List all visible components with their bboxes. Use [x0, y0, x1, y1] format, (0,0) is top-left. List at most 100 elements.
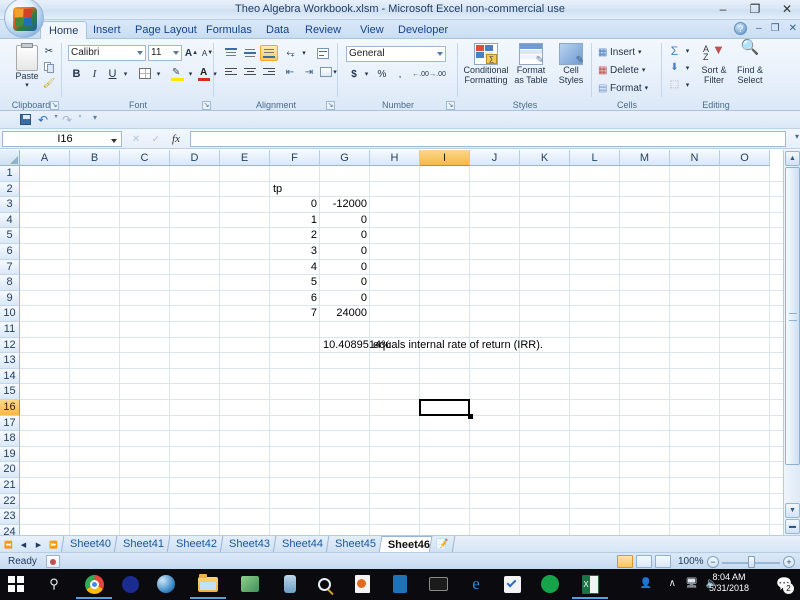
underline-dropdown-arrow[interactable]: ▾ — [121, 65, 130, 82]
sort-filter-button[interactable]: A Z ▼ Sort & Filter — [696, 43, 732, 85]
customize-quick-access-icon[interactable]: ▾ — [88, 113, 102, 127]
row-header-9[interactable]: 9 — [0, 290, 20, 307]
row-header-17[interactable]: 17 — [0, 415, 20, 432]
tab-developer[interactable]: Developer — [390, 22, 456, 39]
clear-dropdown-arrow[interactable]: ▾ — [683, 77, 692, 92]
column-header-d[interactable]: D — [170, 150, 220, 166]
sheet-tab-sheet41[interactable]: Sheet41 — [113, 536, 174, 553]
name-box-dropdown-arrow[interactable] — [111, 139, 117, 143]
row-header-18[interactable]: 18 — [0, 431, 20, 447]
column-header-k[interactable]: K — [520, 150, 570, 166]
tasks-icon[interactable] — [500, 572, 524, 596]
cut-icon[interactable]: ✂ — [41, 44, 57, 59]
cell-G12[interactable]: 10.4089514% — [320, 338, 391, 354]
autosum-icon[interactable]: Σ — [666, 43, 683, 58]
scroll-up-button[interactable]: ▲ — [785, 151, 800, 166]
active-cell-selection[interactable] — [419, 399, 470, 416]
minimize-button[interactable]: – — [714, 1, 732, 17]
copy-icon[interactable] — [41, 60, 57, 75]
cell-G4[interactable]: 0 — [320, 213, 370, 229]
borders-dropdown-arrow[interactable]: ▾ — [154, 65, 163, 82]
decrease-decimal-icon[interactable]: → .00 — [429, 66, 446, 82]
sheet-tab-sheet40[interactable]: Sheet40 — [60, 536, 121, 553]
select-all-corner[interactable] — [0, 150, 20, 166]
row-header-10[interactable]: 10 — [0, 306, 20, 322]
increase-indent-icon[interactable]: ⇥ — [300, 64, 318, 80]
bold-button[interactable]: B — [68, 65, 85, 82]
pdf-icon[interactable] — [350, 572, 374, 596]
cell-F4[interactable]: 1 — [270, 213, 320, 229]
column-header-l[interactable]: L — [570, 150, 620, 166]
row-header-4[interactable]: 4 — [0, 212, 20, 229]
italic-button[interactable]: I — [86, 65, 103, 82]
prev-sheet-button[interactable]: ◀ — [17, 538, 30, 551]
column-header-o[interactable]: O — [720, 150, 770, 166]
delete-cells-button[interactable]: ▦ Delete ▾ — [595, 62, 659, 78]
column-header-h[interactable]: H — [370, 150, 420, 166]
cell-H12[interactable]: equals internal rate of return (IRR). — [370, 338, 546, 354]
sheet-tab-sheet44[interactable]: Sheet44 — [272, 536, 333, 553]
cell-F8[interactable]: 5 — [270, 275, 320, 291]
last-sheet-button[interactable]: ⏩ — [47, 538, 60, 551]
close-button[interactable]: ✕ — [778, 1, 796, 17]
accounting-dropdown-arrow[interactable]: ▾ — [362, 66, 371, 82]
insert-cells-dropdown-arrow[interactable]: ▾ — [638, 48, 642, 56]
row-header-23[interactable]: 23 — [0, 509, 20, 525]
maps-icon[interactable] — [238, 572, 262, 596]
edge-icon[interactable]: e — [464, 572, 488, 596]
page-break-preview-button[interactable] — [655, 555, 671, 568]
wrap-text-icon[interactable] — [314, 45, 332, 61]
borders-icon[interactable] — [136, 65, 154, 82]
cell-G9[interactable]: 0 — [320, 291, 370, 307]
format-painter-icon[interactable]: 🖌 — [41, 76, 57, 91]
formula-input[interactable] — [190, 131, 786, 147]
opera-icon[interactable] — [118, 572, 142, 596]
zoom-slider-thumb[interactable] — [748, 556, 755, 568]
font-dialog-launcher[interactable]: ↘ — [202, 101, 211, 110]
format-cells-dropdown-arrow[interactable]: ▾ — [645, 84, 649, 92]
help-icon[interactable]: ? — [734, 22, 748, 35]
row-header-12[interactable]: 12 — [0, 337, 20, 354]
column-header-a[interactable]: A — [20, 150, 70, 166]
underline-button[interactable]: U — [104, 65, 121, 82]
row-header-1[interactable]: 1 — [0, 166, 20, 182]
vertical-scrollbar[interactable]: ▲ ▼ ▬ — [783, 150, 800, 535]
store-icon[interactable] — [388, 572, 412, 596]
font-color-icon[interactable]: A — [196, 65, 212, 82]
column-header-j[interactable]: J — [470, 150, 520, 166]
column-header-g[interactable]: G — [320, 150, 370, 166]
record-macro-icon[interactable] — [46, 555, 60, 568]
increase-decimal-icon[interactable]: ← .00 — [412, 66, 429, 82]
row-header-2[interactable]: 2 — [0, 181, 20, 198]
percent-format-button[interactable]: % — [374, 66, 390, 82]
column-header-c[interactable]: C — [120, 150, 170, 166]
network-icon[interactable]: 🖥 — [685, 578, 698, 589]
orientation-dropdown-arrow[interactable]: ▾ — [300, 45, 308, 61]
row-header-7[interactable]: 7 — [0, 259, 20, 276]
clipboard-dialog-launcher[interactable]: ↘ — [50, 101, 59, 110]
fill-dropdown-arrow[interactable]: ▾ — [683, 60, 692, 75]
row-header-5[interactable]: 5 — [0, 228, 20, 244]
fill-handle[interactable] — [468, 413, 473, 419]
cell-G8[interactable]: 0 — [320, 275, 370, 291]
tab-view[interactable]: View — [352, 22, 392, 39]
terminal-icon[interactable] — [426, 572, 450, 596]
cell-G3[interactable]: -12000 — [320, 197, 370, 213]
undo-icon[interactable]: ↶ — [36, 113, 50, 127]
first-sheet-button[interactable]: ⏪ — [2, 538, 15, 551]
enter-formula-icon[interactable]: ✓ — [146, 134, 166, 145]
conditional-formatting-button[interactable]: ∑ Conditional Formatting — [462, 43, 510, 85]
next-sheet-button[interactable]: ▶ — [32, 538, 45, 551]
font-name-dropdown-arrow[interactable] — [137, 51, 143, 55]
taskbar-clock[interactable]: 8:04 AM 5/31/2018 — [700, 572, 758, 594]
chrome-icon[interactable] — [76, 572, 112, 599]
column-header-f[interactable]: F — [270, 150, 320, 166]
page-layout-view-button[interactable] — [636, 555, 652, 568]
workbook-minimize-button[interactable]: – — [756, 23, 762, 34]
zoom-in-button[interactable]: + — [783, 556, 795, 568]
column-header-b[interactable]: B — [70, 150, 120, 166]
cell-G10[interactable]: 24000 — [320, 306, 370, 322]
comma-format-button[interactable]: , — [392, 66, 408, 82]
search-icon[interactable]: ⚲ — [42, 572, 66, 596]
align-right-icon[interactable] — [260, 64, 278, 80]
